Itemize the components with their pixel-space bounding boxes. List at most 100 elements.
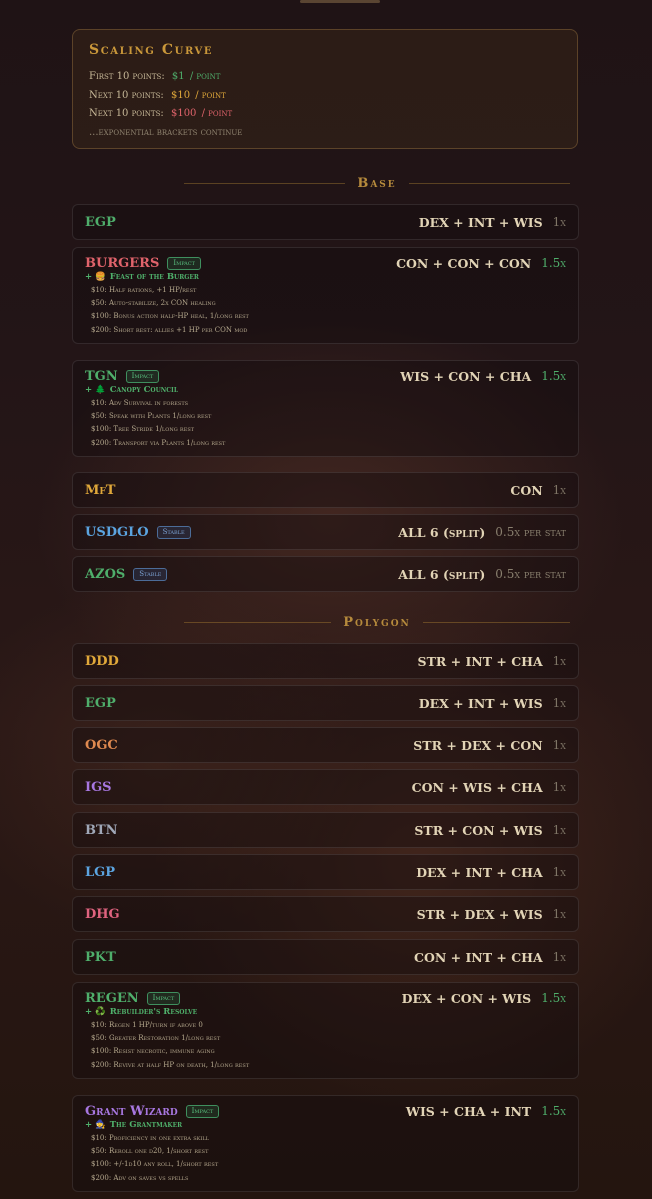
perk-line: $200: Short rest: allies +1 HP per CON m…	[91, 325, 248, 334]
perk-line: $10: Proficiency in one extra skill	[91, 1134, 209, 1142]
perk-title-text: Canopy Council	[109, 385, 179, 395]
token-stats: WIS + CHA + INT	[405, 1103, 532, 1119]
token-multiplier: 1x	[552, 780, 566, 794]
perk-line: $10: Regen 1 HP/turn if above 0	[91, 1021, 203, 1029]
token-ticker: IGS	[85, 779, 112, 795]
token-ticker: OGC	[85, 737, 118, 753]
token-multiplier: 1x	[552, 907, 566, 921]
token-ticker: DDD	[85, 653, 119, 669]
token-stats: ALL 6 (split)	[398, 566, 486, 582]
impact-badge: Impact	[185, 1104, 220, 1118]
token-multiplier: 1.5x	[541, 256, 566, 270]
token-multiplier: 1x	[552, 950, 566, 964]
scaling-line-label: Next 10 points:	[89, 89, 164, 101]
token-row[interactable]: LGP DEX + INT + CHA 1x	[72, 854, 579, 890]
token-row[interactable]: MfT CON 1x	[72, 472, 579, 508]
token-ticker: Grant Wizard	[85, 1103, 178, 1119]
divider	[408, 182, 570, 184]
perk-title-text: Rebuilder's Resolve	[109, 1007, 198, 1017]
token-row[interactable]: Grant Wizard Impact WIS + CHA + INT 1.5x …	[72, 1095, 579, 1192]
token-multiplier: 0.5x per stat	[495, 567, 566, 581]
token-ticker: PKT	[85, 949, 116, 965]
token-stats: DEX + INT + WIS	[418, 695, 543, 711]
wizard-icon: 🧙	[95, 1120, 106, 1130]
token-row[interactable]: DDD STR + INT + CHA 1x	[72, 643, 579, 679]
scaling-line-price: $1	[171, 71, 185, 82]
token-row[interactable]: USDGLO Stable ALL 6 (split) 0.5x per stat	[72, 514, 579, 550]
token-row[interactable]: PKT CON + INT + CHA 1x	[72, 939, 579, 975]
token-stats: ALL 6 (split)	[398, 524, 486, 540]
perk-block: + 🧙 The Grantmaker $10: Proficiency in on…	[85, 1120, 566, 1191]
token-row[interactable]: DHG STR + DEX + WIS 1x	[72, 896, 579, 932]
recycle-icon: ♻️	[95, 1007, 106, 1017]
section-header-polygon: Polygon	[184, 614, 571, 630]
token-ticker: BTN	[85, 822, 118, 838]
burger-icon: 🍔	[95, 272, 106, 282]
perk-line: $100: Resist necrotic, immune aging	[91, 1047, 215, 1056]
token-row[interactable]: OGC STR + DEX + CON 1x	[72, 727, 579, 763]
token-multiplier: 1x	[552, 696, 566, 710]
perk-block: + 🌲 Canopy Council $10: Adv Survival in f…	[85, 385, 566, 456]
token-multiplier: 1x	[552, 215, 566, 229]
stable-badge: Stable	[156, 525, 191, 539]
token-stats: STR + DEX + CON	[413, 737, 543, 753]
token-multiplier: 0.5x per stat	[495, 525, 566, 539]
token-stats: WIS + CON + CHA	[400, 368, 532, 384]
perk-line: $100: +/-1d10 any roll, 1/short rest	[91, 1160, 219, 1169]
scaling-line-label: Next 10 points:	[89, 108, 164, 119]
token-row[interactable]: IGS CON + WIS + CHA 1x	[72, 769, 579, 805]
section-header-base: Base	[184, 175, 570, 191]
perk-title: + 🧙 The Grantmaker	[85, 1120, 183, 1130]
stable-badge: Stable	[133, 567, 168, 581]
token-stats: DEX + INT + CHA	[416, 864, 543, 880]
token-stats: CON	[510, 482, 543, 498]
token-ticker: LGP	[85, 864, 116, 880]
token-row[interactable]: BURGERS Impact CON + CON + CON 1.5x + 🍔 Fe…	[72, 247, 579, 344]
token-stats: CON + INT + CHA	[414, 949, 543, 965]
token-row[interactable]: EGP DEX + INT + WIS 1x	[72, 685, 579, 721]
perk-block: + ♻️ Rebuilder's Resolve $10: Regen 1 HP/…	[85, 1007, 566, 1078]
token-stats: STR + CON + WIS	[414, 822, 543, 838]
perk-line: $100: Tree Stride 1/long rest	[91, 425, 195, 434]
perk-line: $10: Adv Survival in forests	[91, 399, 189, 407]
token-multiplier: 1x	[552, 654, 566, 668]
impact-badge: Impact	[125, 369, 160, 383]
scaling-line-price: $100	[170, 108, 197, 119]
token-row[interactable]: EGP DEX + INT + WIS 1x	[72, 204, 579, 240]
perk-line: $100: Bonus action half-HP heal, 1/long …	[91, 312, 249, 321]
token-row[interactable]: BTN STR + CON + WIS 1x	[72, 812, 579, 848]
token-stats: DEX + INT + WIS	[418, 214, 543, 230]
token-row[interactable]: REGEN Impact DEX + CON + WIS 1.5x + ♻️ Reb…	[72, 982, 579, 1079]
perk-line: $10: Half rations, +1 HP/rest	[91, 286, 197, 294]
token-stats: CON + WIS + CHA	[411, 779, 543, 795]
token-ticker: DHG	[85, 906, 120, 922]
token-row[interactable]: AZOS Stable ALL 6 (split) 0.5x per stat	[72, 556, 579, 592]
perk-line: $50: Greater Restoration 1/long rest	[91, 1034, 221, 1043]
token-ticker: MfT	[85, 482, 116, 498]
token-multiplier: 1.5x	[541, 991, 566, 1005]
scaling-note: ...exponential brackets continue	[89, 126, 243, 138]
scaling-line-unit: / point	[201, 108, 233, 119]
divider	[184, 182, 346, 184]
perk-line: $50: Auto-stabilize, 2x CON healing	[91, 299, 216, 308]
token-multiplier: 1.5x	[541, 1104, 566, 1118]
perk-line: $200: Revive at half HP on death, 1/long…	[91, 1060, 250, 1069]
token-multiplier: 1x	[552, 823, 566, 837]
token-multiplier: 1x	[552, 738, 566, 752]
token-ticker: EGP	[85, 695, 116, 711]
token-row[interactable]: TGN Impact WIS + CON + CHA 1.5x + 🌲 Canopy…	[72, 360, 579, 457]
tree-icon: 🌲	[95, 385, 106, 395]
scaling-line-unit: / point	[195, 89, 226, 101]
token-ticker: AZOS	[85, 566, 126, 582]
token-stats: DEX + CON + WIS	[401, 990, 532, 1006]
scaling-line: Next 10 points: $100 / point	[89, 105, 561, 124]
scaling-curve-card: Scaling Curve First 10 points: $1 / poin…	[72, 29, 578, 149]
token-ticker: EGP	[85, 214, 116, 230]
impact-badge: Impact	[146, 991, 181, 1005]
perk-title: + ♻️ Rebuilder's Resolve	[85, 1007, 198, 1017]
section-title: Base	[357, 175, 397, 191]
perk-line: $50: Speak with Plants 1/long rest	[91, 412, 212, 421]
perk-line: $200: Transport via Plants 1/long rest	[91, 438, 226, 447]
perk-title-text: Feast of the Burger	[109, 272, 199, 282]
scaling-line-label: First 10 points:	[89, 71, 165, 82]
